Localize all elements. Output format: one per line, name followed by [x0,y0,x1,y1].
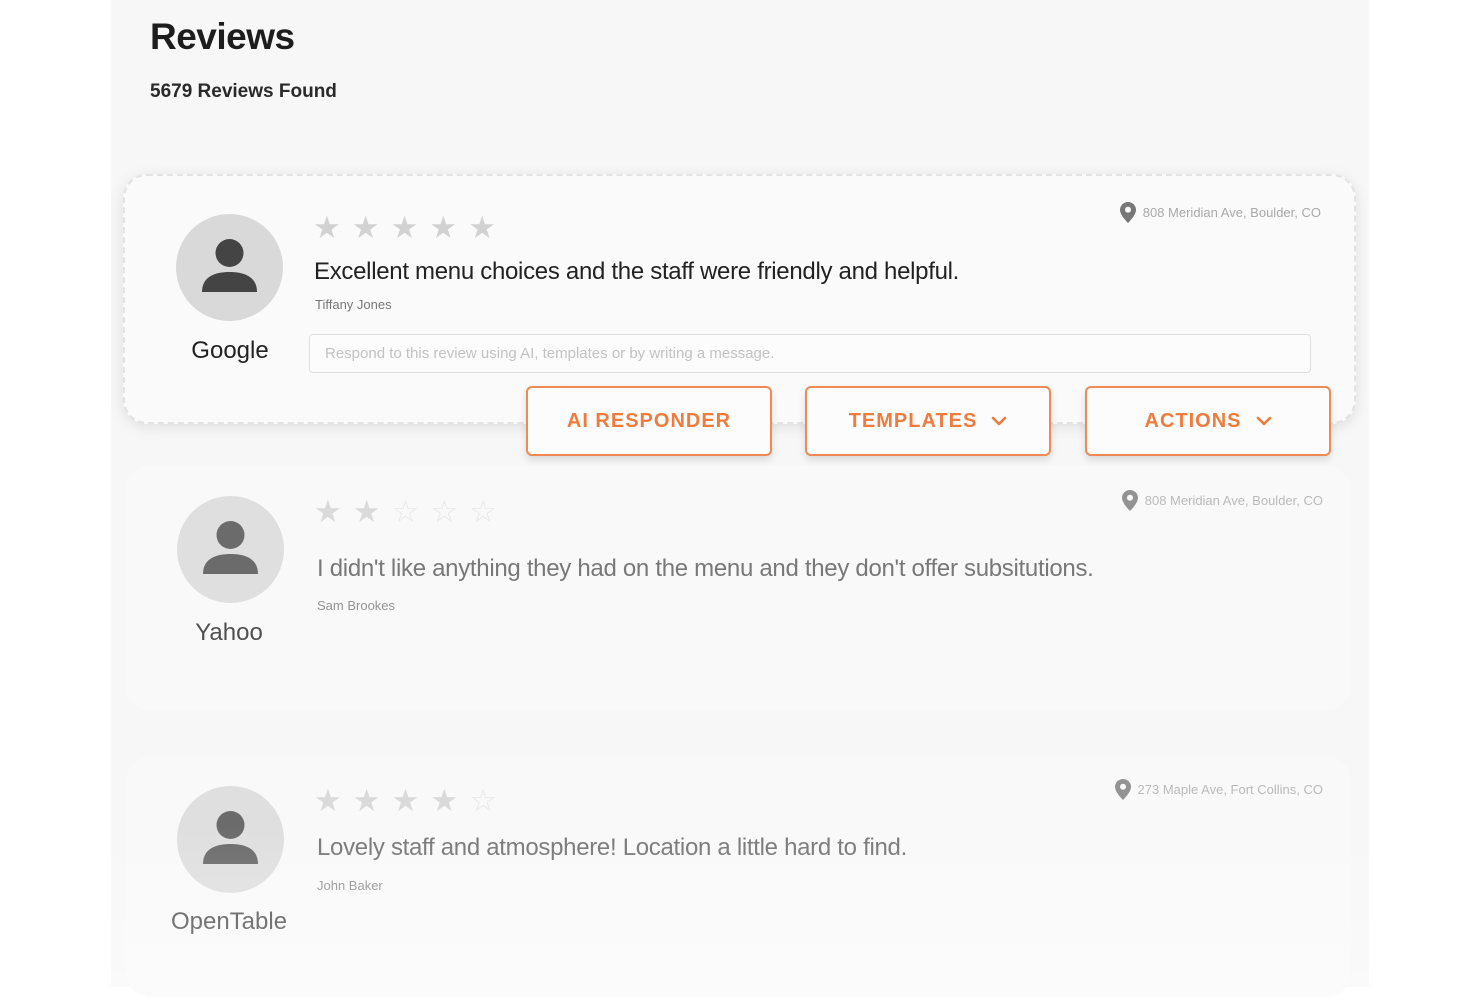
star-filled-icon: ★ [429,210,458,245]
star-filled-icon: ★ [468,210,496,245]
review-location: 808 Meridian Ave, Boulder, CO [1119,202,1321,223]
map-pin-icon [1114,779,1131,800]
map-pin-icon [1119,202,1136,223]
person-icon [177,786,284,893]
actions-label: ACTIONS [1144,409,1242,432]
star-empty-icon: ☆ [430,494,459,529]
map-pin-icon [1121,490,1138,511]
star-filled-icon: ★ [430,783,459,818]
person-icon [176,214,283,321]
review-text: I didn't like anything they had on the m… [317,555,1094,582]
review-card[interactable]: Yahoo ★ ★ ☆ ☆ ☆ 808 Meridian Ave, Boulder, C… [126,466,1351,710]
location-text: 808 Meridian Ave, Boulder, CO [1142,205,1321,220]
star-rating: ★ ★ ★ ★ ☆ [314,785,497,816]
star-empty-icon: ☆ [469,783,497,818]
person-icon [177,496,284,603]
star-filled-icon: ★ [391,783,420,818]
star-rating: ★ ★ ☆ ☆ ☆ [314,496,497,527]
review-source: Yahoo [195,619,263,646]
chevron-down-icon [992,416,1007,426]
star-rating: ★ ★ ★ ★ ★ [313,212,496,243]
review-card[interactable]: OpenTable ★ ★ ★ ★ ☆ 273 Maple Ave, Fort Coll… [126,757,1351,997]
review-location: 273 Maple Ave, Fort Collins, CO [1114,779,1323,800]
review-text: Excellent menu choices and the staff wer… [314,258,960,285]
reply-input[interactable] [309,334,1311,373]
location-text: 808 Meridian Ave, Boulder, CO [1144,493,1323,508]
page-title: Reviews [150,16,295,57]
templates-label: TEMPLATES [848,409,978,432]
star-filled-icon: ★ [351,210,380,245]
star-filled-icon: ★ [314,783,342,818]
review-text: Lovely staff and atmosphere! Location a … [317,834,907,861]
actions-button[interactable]: ACTIONS [1085,386,1331,456]
reviews-count: 5679 Reviews Found [150,81,337,102]
star-filled-icon: ★ [352,783,381,818]
review-author: Tiffany Jones [315,297,392,312]
reviews-panel: Reviews 5679 Reviews Found Google ★ ★ ★ ★ ★ … [111,0,1369,997]
location-text: 273 Maple Ave, Fort Collins, CO [1137,782,1323,797]
chevron-down-icon [1256,416,1271,426]
templates-button[interactable]: TEMPLATES [805,386,1051,456]
review-source: Google [191,337,269,364]
star-filled-icon: ★ [313,210,341,245]
review-author: Sam Brookes [317,598,396,613]
star-filled-icon: ★ [352,494,381,529]
star-empty-icon: ☆ [391,494,420,529]
ai-responder-button[interactable]: AI RESPONDER [526,386,772,456]
star-empty-icon: ☆ [469,494,497,529]
ai-responder-label: AI RESPONDER [566,409,732,432]
star-filled-icon: ★ [314,494,342,529]
review-author: John Baker [317,878,383,893]
star-filled-icon: ★ [390,210,419,245]
review-location: 808 Meridian Ave, Boulder, CO [1121,490,1323,511]
review-source: OpenTable [170,908,288,935]
